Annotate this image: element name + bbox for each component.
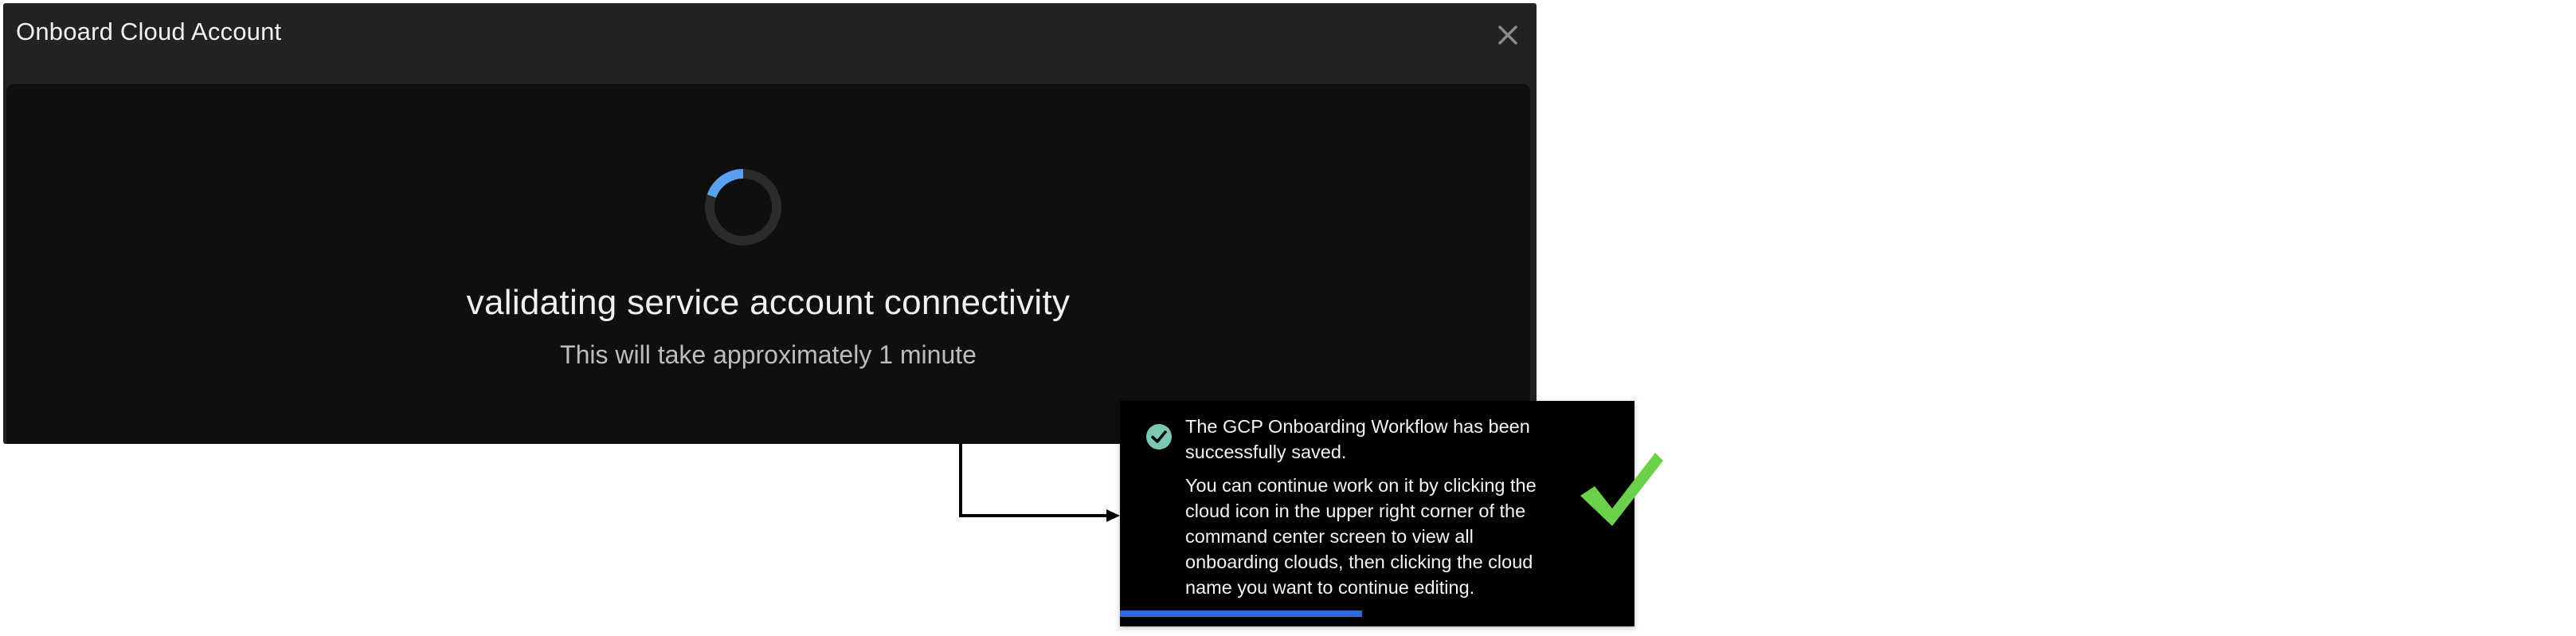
onboard-cloud-account-modal: Onboard Cloud Account validating service… bbox=[3, 3, 1537, 444]
close-button[interactable] bbox=[1494, 21, 1522, 49]
modal-title: Onboard Cloud Account bbox=[16, 18, 282, 45]
close-icon bbox=[1498, 26, 1517, 45]
success-toast: The GCP Onboarding Workflow has been suc… bbox=[1120, 401, 1634, 626]
stage: Onboard Cloud Account validating service… bbox=[0, 0, 2576, 636]
check-circle-icon bbox=[1146, 424, 1172, 450]
toast-message: The GCP Onboarding Workflow has been suc… bbox=[1185, 414, 1560, 600]
toast-progress-fill bbox=[1120, 610, 1362, 617]
toast-progress-bar bbox=[1120, 610, 1634, 617]
loading-spinner-icon bbox=[705, 169, 781, 245]
checkmark-icon bbox=[1580, 453, 1663, 526]
status-title: validating service account connectivity bbox=[466, 283, 1071, 322]
toast-message-body: You can continue work on it by clicking … bbox=[1185, 475, 1537, 598]
toast-message-title: The GCP Onboarding Workflow has been suc… bbox=[1185, 416, 1530, 462]
status-subtitle: This will take approximately 1 minute bbox=[560, 340, 977, 369]
modal-body: validating service account connectivity … bbox=[6, 84, 1530, 444]
